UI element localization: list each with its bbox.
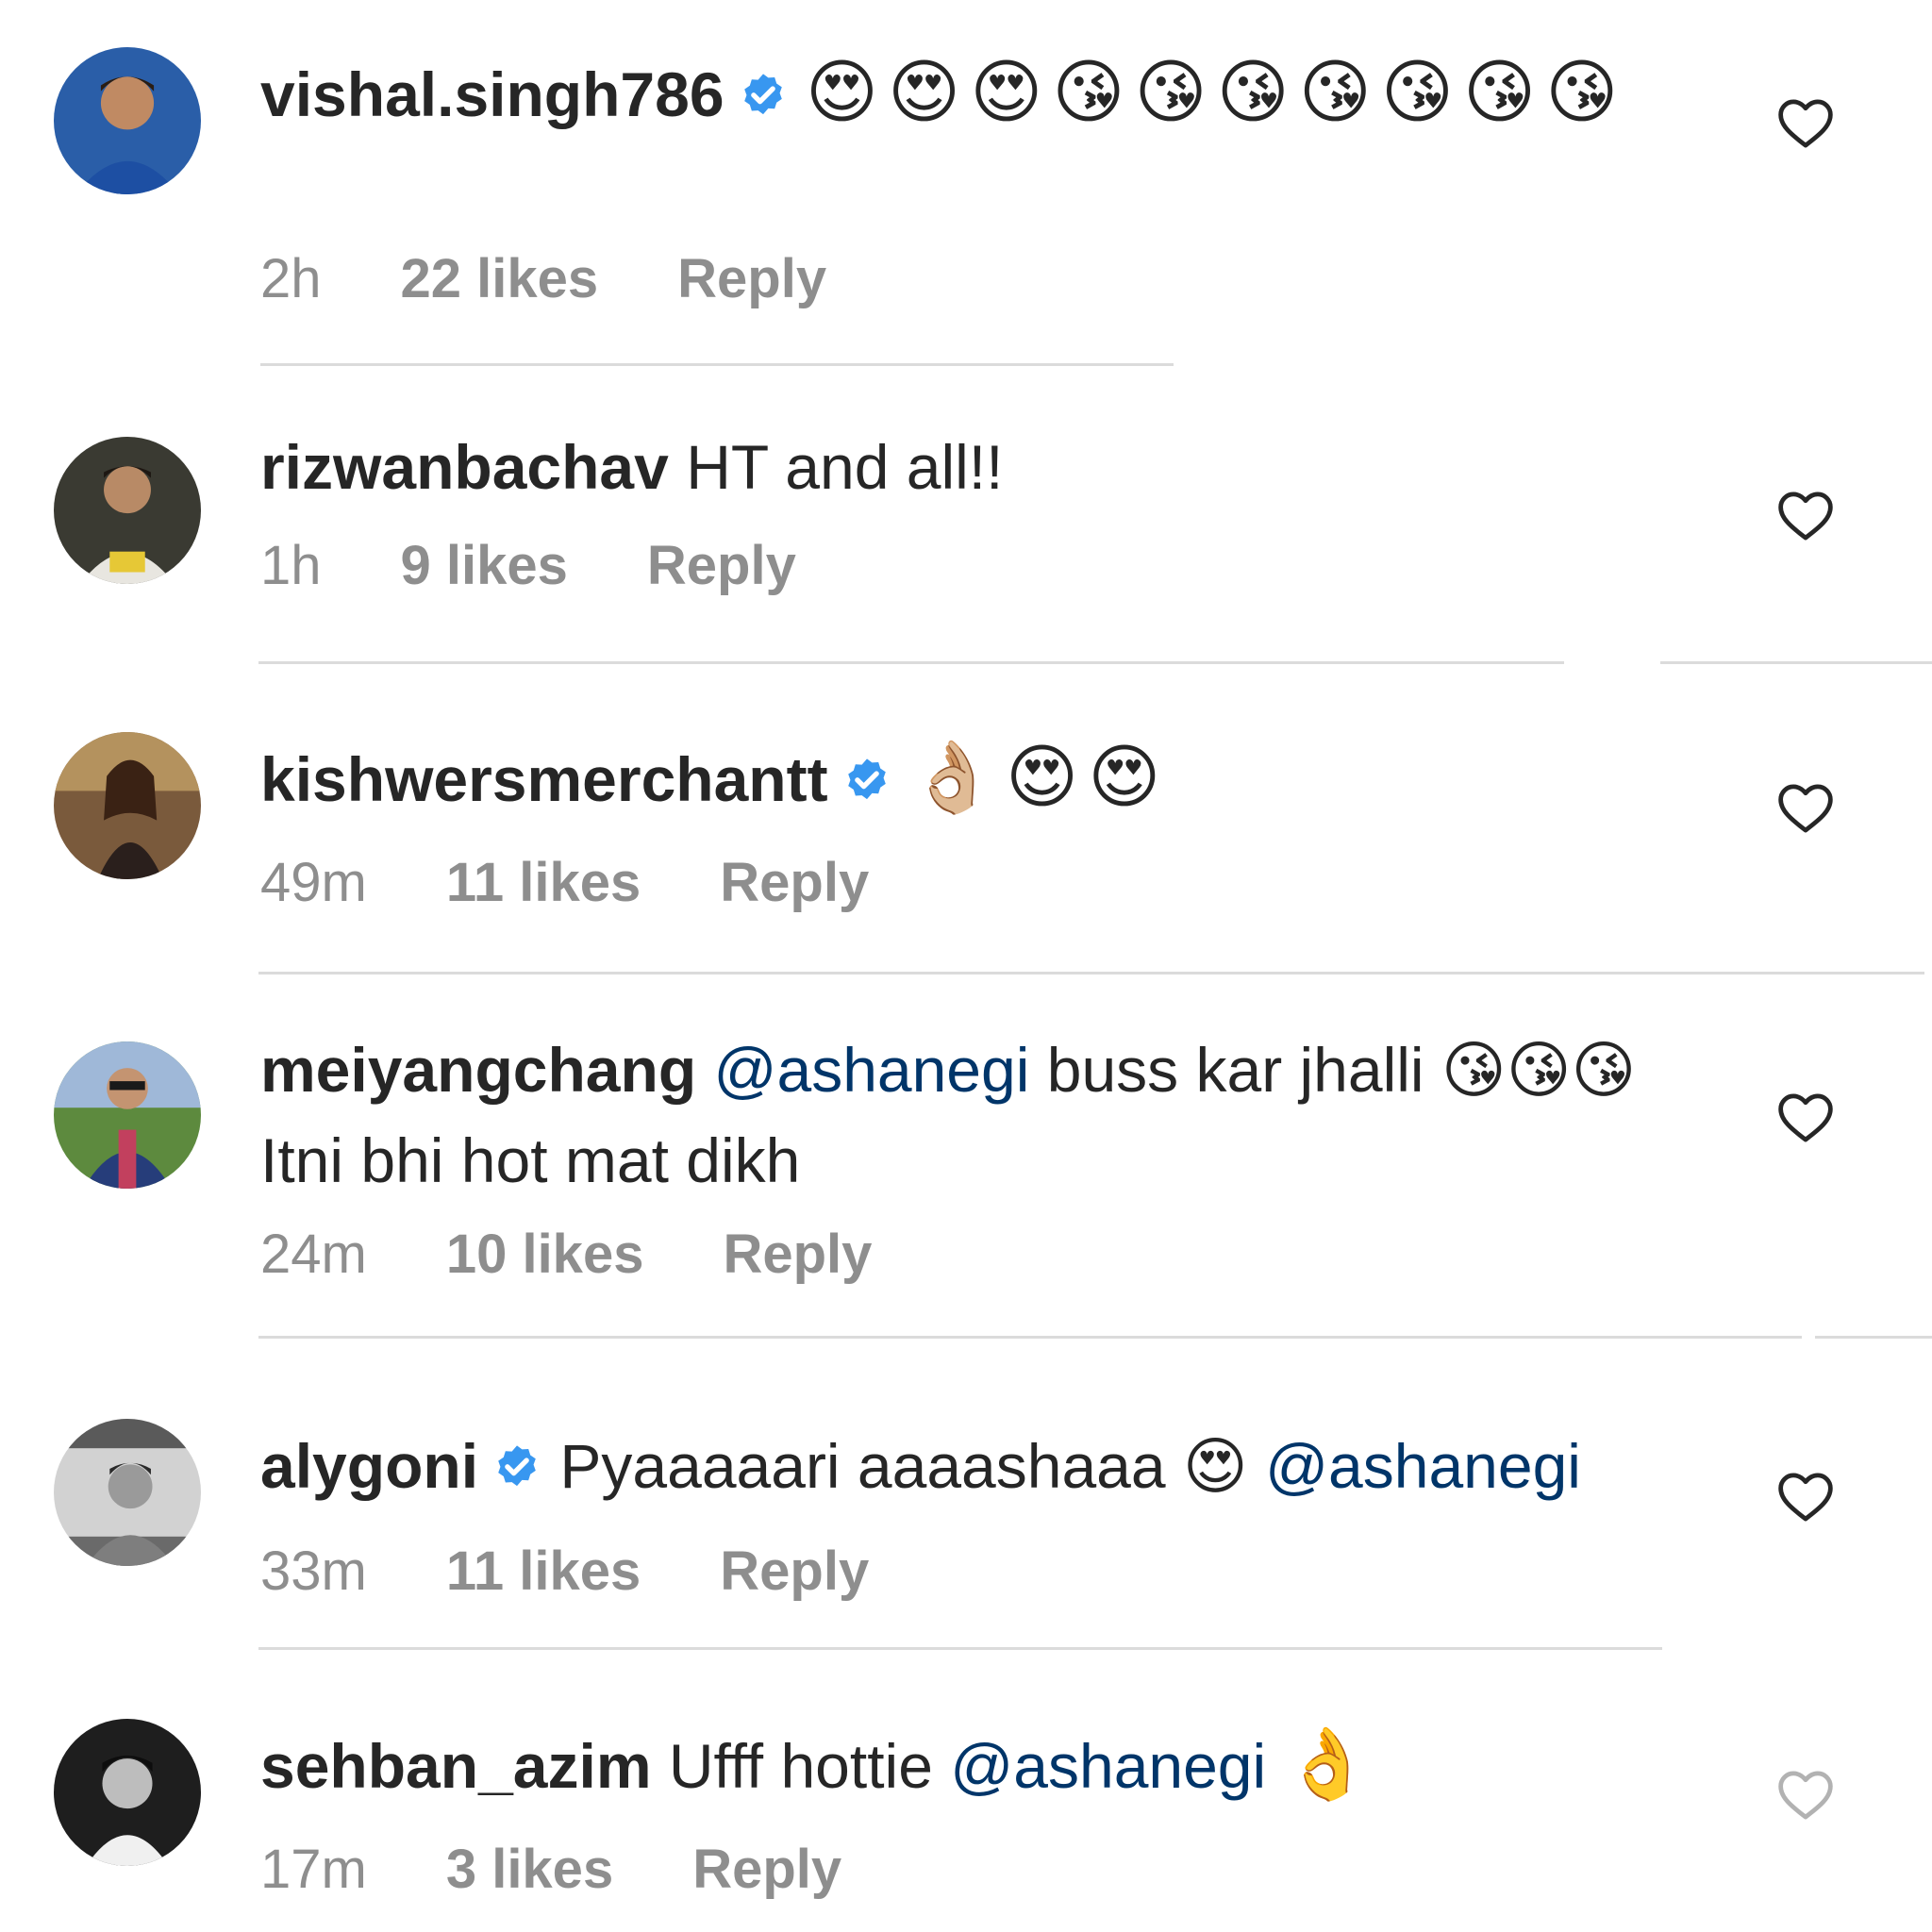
comment-username[interactable]: meiyangchang [260, 1035, 696, 1105]
comment-username[interactable]: vishal.singh786 [260, 59, 724, 129]
comment-time: 49m [260, 852, 367, 913]
avatar[interactable] [54, 732, 201, 879]
comment-body: alygoni Pyaaaaari aaaashaaa 😍 @ashanegi [260, 1421, 1704, 1511]
verified-badge-icon [491, 1442, 542, 1493]
heart-outline-icon[interactable] [1775, 1766, 1836, 1821]
comment-likes[interactable]: 11 likes [446, 851, 641, 914]
comment-likes[interactable]: 9 likes [401, 534, 568, 597]
comment-time: 2h [260, 248, 322, 309]
comment-body: vishal.singh786 😍😍😍😘😘😘😘😘😘😘 [260, 47, 1704, 140]
comment-time: 1h [260, 535, 322, 596]
comment-meta: 24m 10 likes Reply [260, 1223, 872, 1286]
comment-meta: 2h 22 likes Reply [260, 247, 826, 310]
reply-button[interactable]: Reply [647, 534, 796, 597]
comment-meta: 1h 9 likes Reply [260, 534, 796, 597]
reply-button[interactable]: Reply [723, 1223, 872, 1286]
comment-likes[interactable]: 3 likes [446, 1838, 613, 1901]
comment-text: 😍😍😍😘😘😘😘😘😘😘 [805, 52, 1628, 133]
comment-mention[interactable]: @ashanegi [713, 1035, 1029, 1105]
comment-mention[interactable]: @ashanegi [1265, 1431, 1581, 1501]
heart-outline-icon[interactable] [1775, 94, 1836, 149]
comment-meta: 17m 3 likes Reply [260, 1838, 841, 1901]
divider [1815, 1336, 1932, 1339]
comment-body: kishwersmerchantt 👌🏼😍😍 [260, 732, 1704, 824]
comment-likes[interactable]: 22 likes [401, 247, 599, 310]
avatar[interactable] [54, 437, 201, 584]
comment-body: meiyangchang @ashanegi buss kar jhalli 😘… [260, 1024, 1704, 1206]
comment-likes[interactable]: 10 likes [446, 1223, 644, 1286]
comment-likes[interactable]: 11 likes [446, 1540, 641, 1603]
verified-badge-icon [738, 71, 789, 122]
comment-meta: 49m 11 likes Reply [260, 851, 869, 914]
avatar[interactable] [54, 1719, 201, 1866]
divider [258, 1647, 1662, 1650]
divider [258, 972, 1924, 974]
comment-body: sehban_azim Ufff hottie @ashanegi 👌 [260, 1719, 1704, 1811]
comment-text: HT and all!! [686, 432, 1004, 502]
comment-username[interactable]: kishwersmerchantt [260, 744, 828, 814]
avatar[interactable] [54, 1041, 201, 1189]
divider [260, 363, 1174, 366]
reply-button[interactable]: Reply [692, 1838, 841, 1901]
comment-mention[interactable]: @ashanegi [950, 1731, 1266, 1801]
divider [1660, 661, 1932, 664]
verified-badge-icon [841, 756, 892, 807]
comment-username[interactable]: sehban_azim [260, 1731, 652, 1801]
comment-body: rizwanbachav HT and all!! [260, 422, 1704, 512]
reply-button[interactable]: Reply [720, 851, 869, 914]
comment-username[interactable]: rizwanbachav [260, 432, 669, 502]
divider [258, 1336, 1802, 1339]
comment-emoji: 👌 [1283, 1724, 1380, 1805]
heart-outline-icon[interactable] [1775, 1468, 1836, 1523]
heart-outline-icon[interactable] [1775, 1089, 1836, 1143]
comment-time: 33m [260, 1541, 367, 1602]
comment-meta: 33m 11 likes Reply [260, 1540, 869, 1603]
comment-username[interactable]: alygoni [260, 1431, 478, 1501]
comment-text: 👌🏼😍😍 [908, 737, 1171, 818]
comment-text: Pyaaaaari aaaashaaa 😍 [559, 1431, 1248, 1501]
reply-button[interactable]: Reply [677, 247, 826, 310]
comment-text: Ufff hottie [668, 1731, 933, 1801]
comment-time: 24m [260, 1224, 367, 1285]
divider [258, 661, 1564, 664]
reply-button[interactable]: Reply [720, 1540, 869, 1603]
avatar[interactable] [54, 1419, 201, 1566]
avatar[interactable] [54, 47, 201, 194]
heart-outline-icon[interactable] [1775, 779, 1836, 834]
comment-time: 17m [260, 1839, 367, 1900]
heart-outline-icon[interactable] [1775, 487, 1836, 541]
